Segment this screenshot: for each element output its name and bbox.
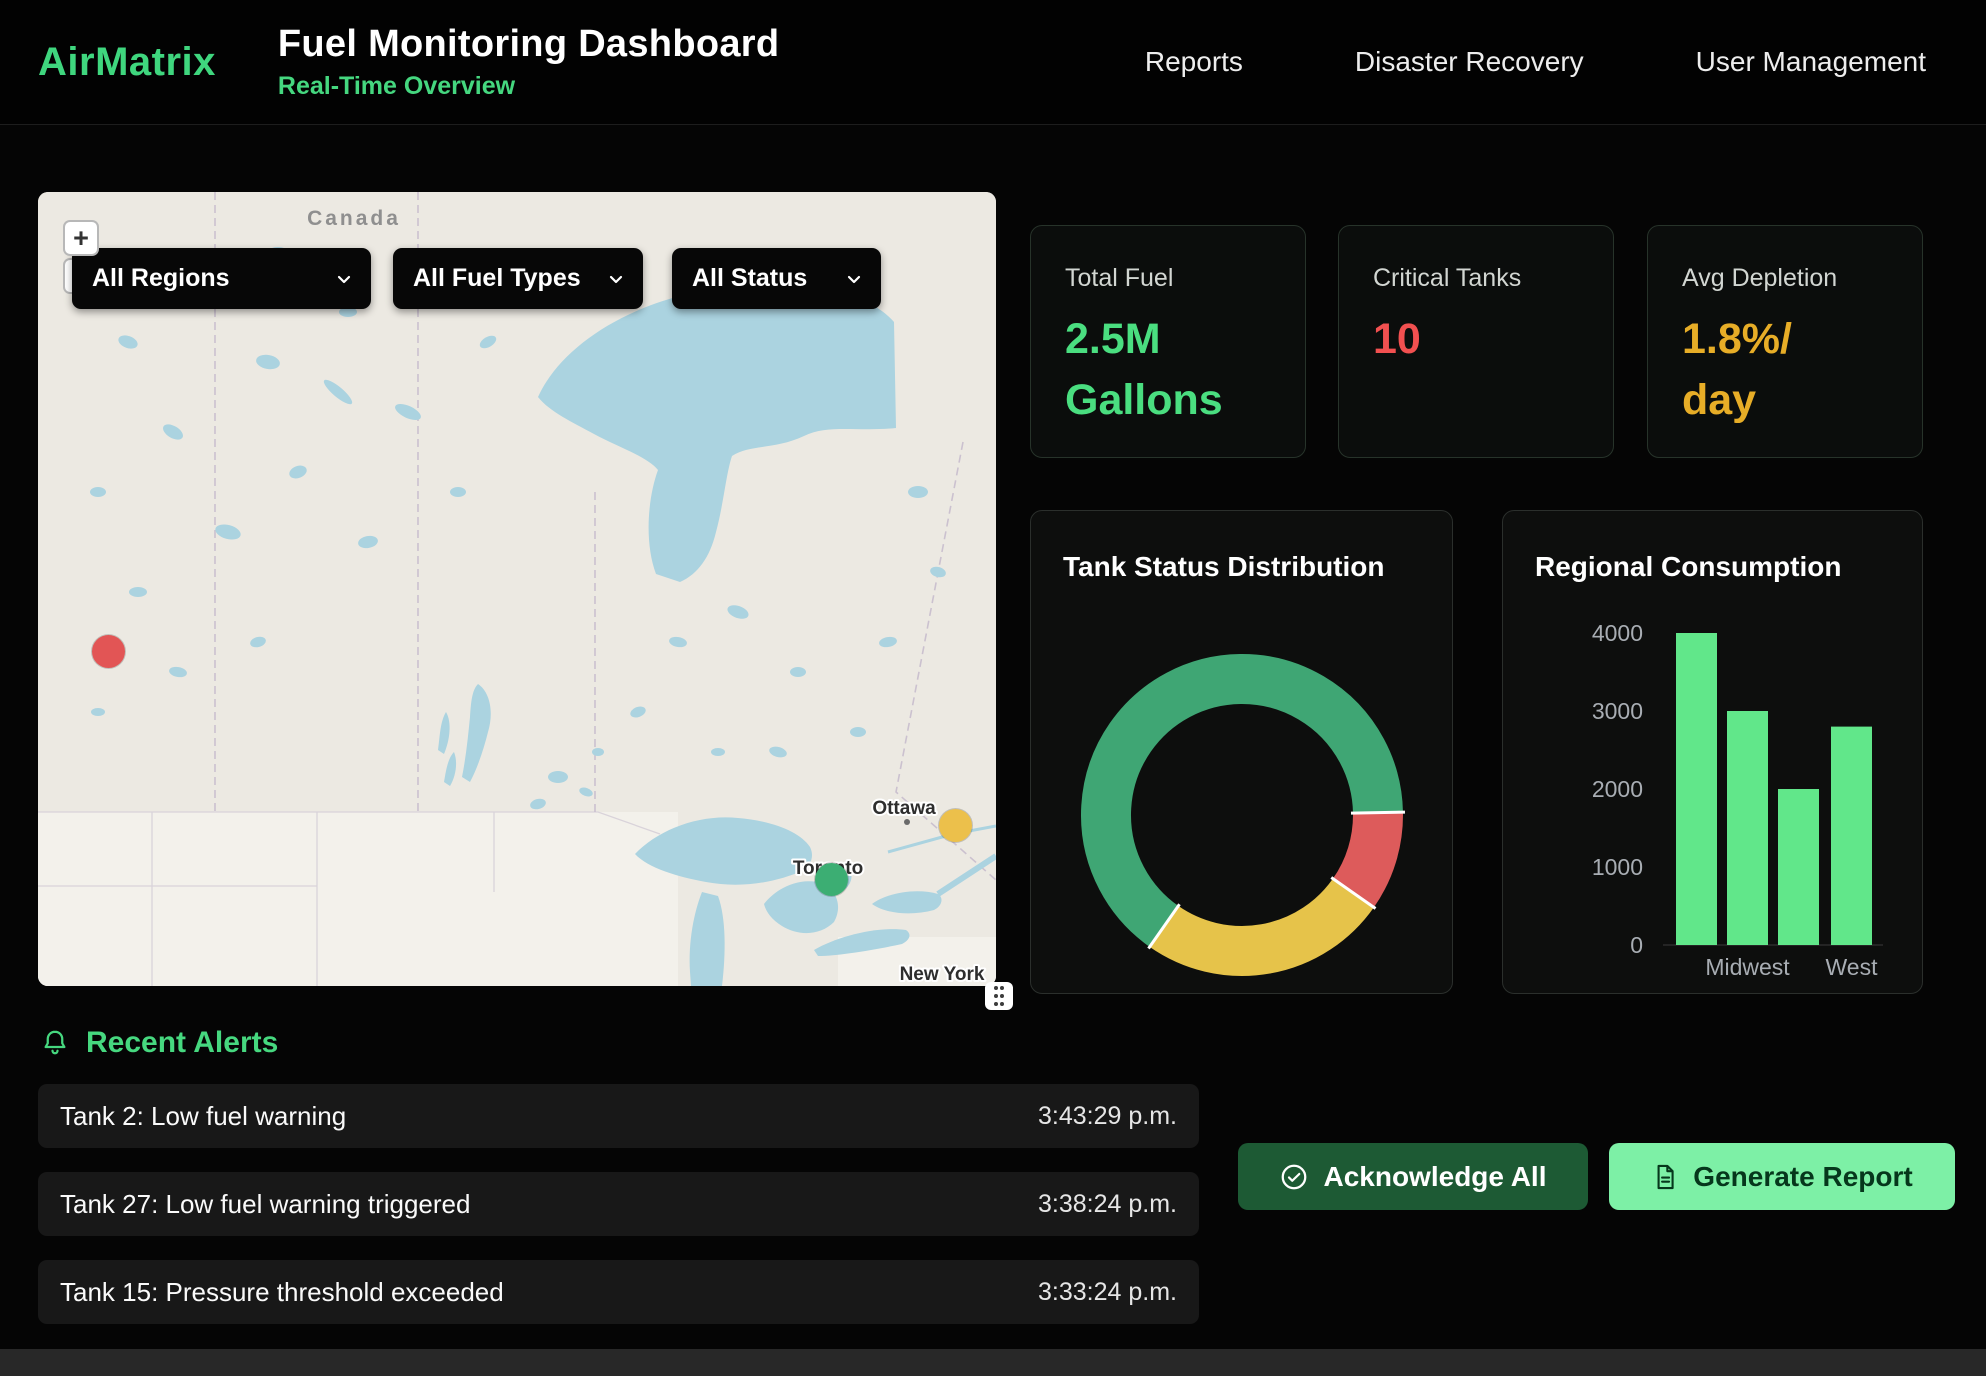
chevron-down-icon <box>335 270 353 288</box>
map-us-land <box>38 812 678 986</box>
nav-disaster-recovery[interactable]: Disaster Recovery <box>1355 46 1584 78</box>
critical-tank-marker[interactable] <box>92 635 125 668</box>
svg-text:0: 0 <box>1630 932 1643 958</box>
status-filter-dropdown[interactable]: All Status <box>672 248 881 309</box>
stat-label: Critical Tanks <box>1373 264 1579 293</box>
stat-card-critical-tanks: Critical Tanks 10 <box>1338 225 1614 458</box>
stat-label: Total Fuel <box>1065 264 1271 293</box>
chevron-down-icon <box>607 270 625 288</box>
country-label-canada: Canada <box>307 207 401 230</box>
status-filter-value: All Status <box>692 264 807 293</box>
fuel-type-filter-dropdown[interactable]: All Fuel Types <box>393 248 643 309</box>
tank-status-donut-chart <box>1031 511 1453 994</box>
alert-item[interactable]: Tank 27: Low fuel warning triggered 3:38… <box>38 1172 1199 1236</box>
alerts-header: Recent Alerts <box>40 1026 278 1060</box>
region-filter-dropdown[interactable]: All Regions <box>72 248 371 309</box>
region-filter-value: All Regions <box>92 264 230 293</box>
title-block: Fuel Monitoring Dashboard Real-Time Over… <box>278 23 779 101</box>
svg-text:Midwest: Midwest <box>1705 954 1790 980</box>
alert-message: Tank 2: Low fuel warning <box>60 1101 346 1132</box>
alert-time: 3:33:24 p.m. <box>1038 1278 1177 1307</box>
map-canvas[interactable]: Canada Ottawa Toronto New York <box>38 192 996 986</box>
stat-card-avg-depletion: Avg Depletion 1.8%/ day <box>1647 225 1923 458</box>
ottawa-city-dot <box>904 819 910 825</box>
city-label-ottawa: Ottawa <box>872 798 936 819</box>
svg-text:2000: 2000 <box>1592 776 1643 802</box>
nav-reports[interactable]: Reports <box>1145 46 1243 78</box>
brand-logo[interactable]: AirMatrix <box>38 40 216 85</box>
warning-tank-marker[interactable] <box>939 809 972 842</box>
top-nav: Reports Disaster Recovery User Managemen… <box>1145 46 1926 78</box>
acknowledge-all-label: Acknowledge All <box>1323 1161 1546 1193</box>
alert-message: Tank 15: Pressure threshold exceeded <box>60 1277 504 1308</box>
stat-value: 10 <box>1373 309 1558 370</box>
bottom-strip <box>0 1349 1986 1376</box>
map-resize-grip-icon[interactable] <box>985 982 1013 1010</box>
alert-time: 3:43:29 p.m. <box>1038 1102 1177 1131</box>
svg-text:1000: 1000 <box>1592 854 1643 880</box>
alert-message: Tank 27: Low fuel warning triggered <box>60 1189 470 1220</box>
normal-tank-marker[interactable] <box>815 863 848 896</box>
app-header: AirMatrix Fuel Monitoring Dashboard Real… <box>0 0 1986 125</box>
alerts-title: Recent Alerts <box>86 1026 278 1060</box>
chart-title: Tank Status Distribution <box>1063 551 1385 583</box>
stat-value: 2.5M Gallons <box>1065 309 1250 431</box>
chart-title: Regional Consumption <box>1535 551 1841 583</box>
page-title: Fuel Monitoring Dashboard <box>278 23 779 66</box>
regional-consumption-card: Regional Consumption 0 1000 2000 3000 4000 Mi… <box>1502 510 1923 994</box>
generate-report-label: Generate Report <box>1693 1161 1912 1193</box>
chevron-down-icon <box>845 270 863 288</box>
svg-text:3000: 3000 <box>1592 698 1643 724</box>
svg-text:4000: 4000 <box>1592 620 1643 646</box>
svg-text:West: West <box>1826 954 1879 980</box>
alert-time: 3:38:24 p.m. <box>1038 1190 1177 1219</box>
stat-card-total-fuel: Total Fuel 2.5M Gallons <box>1030 225 1306 458</box>
report-document-icon <box>1651 1163 1679 1191</box>
map-panel: Canada Ottawa Toronto New York + − All R… <box>38 192 996 986</box>
alert-item[interactable]: Tank 15: Pressure threshold exceeded 3:3… <box>38 1260 1199 1324</box>
generate-report-button[interactable]: Generate Report <box>1609 1143 1955 1210</box>
acknowledge-all-button[interactable]: Acknowledge All <box>1238 1143 1588 1210</box>
page-subtitle: Real-Time Overview <box>278 72 779 101</box>
check-circle-icon <box>1279 1162 1309 1192</box>
fuel-type-filter-value: All Fuel Types <box>413 264 581 293</box>
nav-user-management[interactable]: User Management <box>1696 46 1926 78</box>
bell-icon <box>40 1028 70 1058</box>
stat-value: 1.8%/ day <box>1682 309 1867 431</box>
dashboard-page: AirMatrix Fuel Monitoring Dashboard Real… <box>0 0 1986 1376</box>
regional-consumption-bar-chart: 0 1000 2000 3000 4000 Midwest West <box>1503 511 1923 994</box>
city-label-new-york: New York <box>900 964 985 985</box>
zoom-in-button[interactable]: + <box>63 220 99 256</box>
stat-label: Avg Depletion <box>1682 264 1888 293</box>
tank-status-card: Tank Status Distribution <box>1030 510 1453 994</box>
alert-item[interactable]: Tank 2: Low fuel warning 3:43:29 p.m. <box>38 1084 1199 1148</box>
